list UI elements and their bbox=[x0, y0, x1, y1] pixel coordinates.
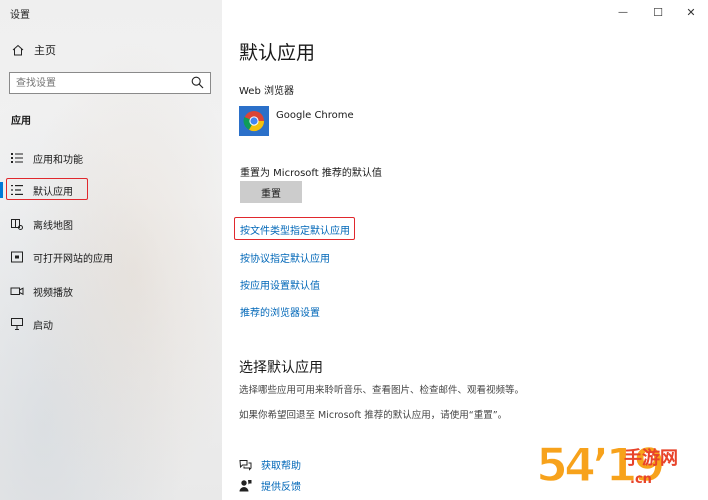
home-nav[interactable]: 主页 bbox=[12, 42, 56, 58]
get-help-label: 获取帮助 bbox=[261, 461, 301, 472]
sidebar-item-label: 应用和功能 bbox=[33, 155, 83, 166]
close-button[interactable]: ✕ bbox=[674, 2, 708, 22]
sidebar: 设置 主页 应用 应用和功能 默认应用 bbox=[0, 0, 222, 500]
main-content: — ☐ ✕ 默认应用 Web 浏览器 Google Chrome 重置为 Mic… bbox=[222, 0, 708, 500]
sidebar-item-default-apps[interactable]: 默认应用 bbox=[0, 177, 222, 203]
browser-app-name[interactable]: Google Chrome bbox=[276, 110, 354, 121]
search-icon[interactable] bbox=[191, 76, 204, 89]
apps-list-icon bbox=[11, 153, 23, 163]
default-apps-icon bbox=[11, 185, 23, 195]
sidebar-item-offline-maps[interactable]: 离线地图 bbox=[0, 211, 222, 237]
sidebar-item-video-playback[interactable]: 视频播放 bbox=[0, 278, 222, 304]
maximize-button[interactable]: ☐ bbox=[641, 2, 675, 22]
minimize-icon: — bbox=[618, 6, 628, 18]
watermark-domain: .cn bbox=[630, 472, 652, 487]
sidebar-item-label: 视频播放 bbox=[33, 288, 73, 299]
feedback-person-icon bbox=[239, 480, 252, 492]
page-title: 默认应用 bbox=[239, 42, 316, 64]
search-input[interactable] bbox=[16, 76, 186, 90]
link-by-protocol[interactable]: 按协议指定默认应用 bbox=[240, 250, 330, 265]
sidebar-item-apps-for-websites[interactable]: 可打开网站的应用 bbox=[0, 244, 222, 270]
reset-description: 如果你希望回退至 Microsoft 推荐的默认应用，请使用“重置”。 bbox=[239, 410, 508, 421]
link-by-file-type[interactable]: 按文件类型指定默认应用 bbox=[240, 222, 350, 237]
active-indicator bbox=[0, 182, 3, 198]
startup-icon bbox=[11, 318, 23, 330]
choose-heading: 选择默认应用 bbox=[239, 360, 323, 376]
choose-description: 选择哪些应用可用来聆听音乐、查看图片、检查邮件、观看视频等。 bbox=[239, 385, 525, 396]
browser-app-tile[interactable] bbox=[239, 106, 269, 136]
sidebar-item-startup[interactable]: 启动 bbox=[0, 311, 222, 337]
reset-label: 重置为 Microsoft 推荐的默认值 bbox=[240, 168, 382, 179]
minimize-button[interactable]: — bbox=[606, 2, 640, 22]
open-website-icon bbox=[11, 251, 23, 263]
reset-button[interactable]: 重置 bbox=[240, 181, 302, 203]
site-watermark: 54’19 手游网 .cn bbox=[535, 436, 706, 500]
sidebar-item-apps-features[interactable]: 应用和功能 bbox=[0, 145, 222, 171]
link-by-app[interactable]: 按应用设置默认值 bbox=[240, 277, 320, 292]
link-browser-settings[interactable]: 推荐的浏览器设置 bbox=[240, 304, 320, 319]
feedback-label: 提供反馈 bbox=[261, 482, 301, 493]
map-icon bbox=[11, 219, 23, 230]
web-browser-label: Web 浏览器 bbox=[239, 86, 294, 97]
sidebar-item-label: 离线地图 bbox=[33, 221, 73, 232]
window-title: 设置 bbox=[10, 10, 30, 21]
chrome-icon bbox=[243, 111, 265, 132]
home-label: 主页 bbox=[34, 44, 56, 57]
feedback-link[interactable]: 提供反馈 bbox=[239, 478, 301, 493]
watermark-text: 手游网 bbox=[624, 448, 678, 469]
home-icon bbox=[12, 44, 24, 56]
sidebar-item-label: 可打开网站的应用 bbox=[33, 254, 113, 265]
section-heading: 应用 bbox=[11, 116, 31, 127]
maximize-icon: ☐ bbox=[653, 5, 663, 19]
help-chat-icon bbox=[239, 459, 252, 471]
get-help-link[interactable]: 获取帮助 bbox=[239, 457, 301, 472]
sidebar-item-label: 默认应用 bbox=[33, 187, 73, 198]
video-icon bbox=[10, 287, 24, 296]
close-icon: ✕ bbox=[686, 5, 696, 19]
search-box[interactable] bbox=[9, 72, 211, 94]
sidebar-item-label: 启动 bbox=[33, 321, 53, 332]
